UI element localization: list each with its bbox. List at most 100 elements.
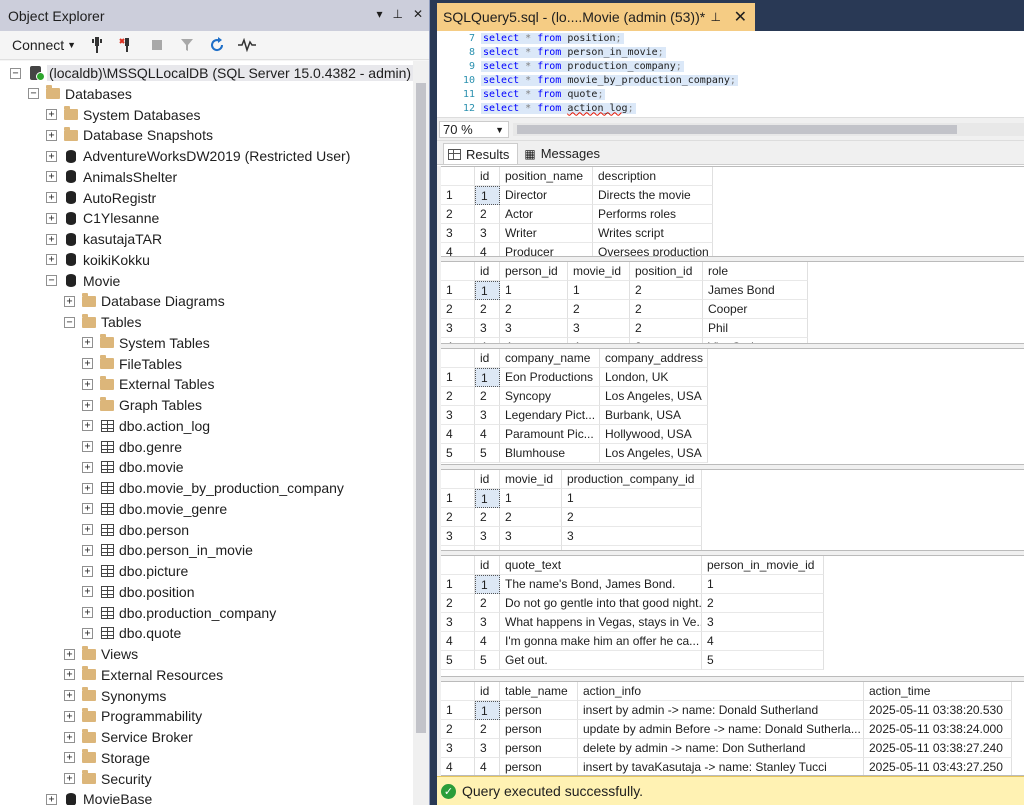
table-cell[interactable]: 3 xyxy=(702,613,824,632)
table-cell[interactable]: 4 xyxy=(562,546,702,550)
table-cell[interactable]: Hollywood, USA xyxy=(600,425,708,444)
result-grid[interactable]: id company_name company_address 1 1 Eon Produ… xyxy=(441,348,1024,465)
row-number[interactable]: 1 xyxy=(441,575,475,594)
table-cell[interactable]: 3 xyxy=(475,319,500,338)
table-row[interactable]: 3333 xyxy=(441,527,702,546)
table-cell[interactable]: Legendary Pict... xyxy=(500,406,600,425)
column-header[interactable]: action_info xyxy=(578,682,864,701)
table-cell[interactable]: 2 xyxy=(630,281,703,300)
refresh-icon[interactable] xyxy=(208,36,226,54)
table-cell[interactable]: Burbank, USA xyxy=(600,406,708,425)
tree-node[interactable]: + Service Broker xyxy=(64,727,193,747)
table-cell[interactable]: Paramount Pic... xyxy=(500,425,600,444)
dropdown-icon[interactable]: ▾ xyxy=(376,7,382,21)
table-cell[interactable]: 1 xyxy=(475,575,500,594)
tree-node[interactable]: + Storage xyxy=(64,748,150,768)
expand-icon[interactable]: + xyxy=(46,793,57,805)
expand-icon[interactable]: + xyxy=(64,648,75,660)
expand-icon[interactable]: + xyxy=(46,171,57,183)
row-number[interactable]: 2 xyxy=(441,508,475,527)
row-number[interactable]: 5 xyxy=(441,444,475,463)
expand-icon[interactable]: + xyxy=(82,544,93,556)
table-row[interactable]: 4 4 Producer Oversees production xyxy=(441,243,713,256)
row-number[interactable]: 4 xyxy=(441,243,475,256)
table-cell[interactable]: 4 xyxy=(475,243,500,256)
connect-button[interactable]: Connect ▼ xyxy=(12,37,76,53)
expand-icon[interactable]: + xyxy=(64,295,75,307)
column-header[interactable]: movie_id xyxy=(568,262,630,281)
table-row[interactable]: 1 1 person insert by admin -> name: Donald … xyxy=(441,701,1012,720)
table-cell[interactable]: Writer xyxy=(500,224,593,243)
table-row[interactable]: 1 1 Eon Productions London, UK xyxy=(441,368,708,387)
tree-node[interactable]: + AdventureWorksDW2019 (Restricted User) xyxy=(46,146,350,166)
expand-icon[interactable]: + xyxy=(82,503,93,515)
result-grid[interactable]: id quote_text person_in_movie_id 1 1 The name… xyxy=(441,555,1024,677)
result-grid[interactable]: id table_name action_info action_time 1 1 pers… xyxy=(441,681,1024,776)
row-number[interactable]: 2 xyxy=(441,300,475,319)
row-number[interactable]: 1 xyxy=(441,489,475,508)
expand-icon[interactable]: + xyxy=(82,586,93,598)
table-cell[interactable]: person xyxy=(500,701,578,720)
table-cell[interactable]: I'm gonna make him an offer he ca... xyxy=(500,632,702,651)
tab-messages[interactable]: ▦ Messages xyxy=(520,143,608,164)
column-header[interactable]: table_name xyxy=(500,682,578,701)
document-tab[interactable]: SQLQuery5.sql - (lo....Movie (admin (53)… xyxy=(437,3,755,31)
table-cell[interactable]: 4 xyxy=(702,632,824,651)
table-cell[interactable]: 1 xyxy=(475,701,500,720)
plug-connect-icon[interactable] xyxy=(88,36,106,54)
row-number[interactable]: 2 xyxy=(441,387,475,406)
table-cell[interactable]: 1 xyxy=(475,186,500,205)
expand-icon[interactable]: + xyxy=(82,420,93,432)
table-cell[interactable]: 2025-05-11 03:38:27.240 xyxy=(864,739,1012,758)
tree-node[interactable]: + koikiKokku xyxy=(46,250,150,270)
table-cell[interactable]: 1 xyxy=(568,281,630,300)
expand-icon[interactable]: + xyxy=(82,337,93,349)
table-row[interactable]: 3 3 3 3 2 Phil xyxy=(441,319,808,338)
code-line[interactable]: 8 select * from person_in_movie; xyxy=(437,45,1024,59)
table-cell[interactable]: 1 xyxy=(562,489,702,508)
row-number[interactable]: 3 xyxy=(441,739,475,758)
tree-node[interactable]: + dbo.person xyxy=(82,520,189,540)
tree-node[interactable]: + AutoRegistr xyxy=(46,188,156,208)
table-cell[interactable]: Get out. xyxy=(500,651,702,670)
tree-node[interactable]: + dbo.person_in_movie xyxy=(82,540,253,560)
pin-icon[interactable]: ⊥ xyxy=(711,10,721,24)
column-header[interactable]: id xyxy=(475,349,500,368)
table-cell[interactable]: 4 xyxy=(475,632,500,651)
table-cell[interactable]: 2 xyxy=(475,508,500,527)
table-row[interactable]: 1 1 1 1 2 James Bond xyxy=(441,281,808,300)
expand-icon[interactable]: + xyxy=(46,150,57,162)
table-cell[interactable]: 3 xyxy=(500,319,568,338)
column-header[interactable]: person_id xyxy=(500,262,568,281)
table-cell[interactable]: 4 xyxy=(475,425,500,444)
expand-icon[interactable]: + xyxy=(64,752,75,764)
table-cell[interactable]: 1 xyxy=(702,575,824,594)
table-row[interactable]: 3 3 Writer Writes script xyxy=(441,224,713,243)
column-header[interactable]: id xyxy=(475,262,500,281)
table-cell[interactable]: Oversees production xyxy=(593,243,713,256)
result-grid[interactable]: id movie_id production_company_id 1 1 1 1 2 2 2 2 3… xyxy=(441,469,1024,551)
column-header[interactable]: id xyxy=(475,682,500,701)
table-cell[interactable]: 2 xyxy=(475,387,500,406)
table-cell[interactable]: 4 xyxy=(475,546,500,550)
object-explorer-scrollbar[interactable] xyxy=(413,61,429,805)
expand-icon[interactable]: + xyxy=(64,690,75,701)
table-cell[interactable]: 5 xyxy=(702,651,824,670)
tree-node[interactable]: + Views xyxy=(64,644,138,664)
filter-icon[interactable] xyxy=(178,36,196,54)
row-number[interactable]: 3 xyxy=(441,527,475,546)
tree-node[interactable]: − Databases xyxy=(28,84,132,104)
table-cell[interactable]: 2025-05-11 03:38:24.000 xyxy=(864,720,1012,739)
table-cell[interactable]: 1 xyxy=(500,489,562,508)
column-header[interactable]: person_in_movie_id xyxy=(702,556,824,575)
table-cell[interactable]: London, UK xyxy=(600,368,708,387)
disconnect-icon[interactable] xyxy=(118,36,136,54)
row-number[interactable]: 1 xyxy=(441,701,475,720)
expand-icon[interactable]: + xyxy=(46,212,57,224)
row-number[interactable]: 4 xyxy=(441,632,475,651)
table-cell[interactable]: Blumhouse xyxy=(500,444,600,463)
row-number[interactable]: 4 xyxy=(441,758,475,775)
expand-icon[interactable]: + xyxy=(46,254,57,266)
expand-icon[interactable]: + xyxy=(46,233,57,245)
tree-node[interactable]: + FileTables xyxy=(82,354,182,374)
